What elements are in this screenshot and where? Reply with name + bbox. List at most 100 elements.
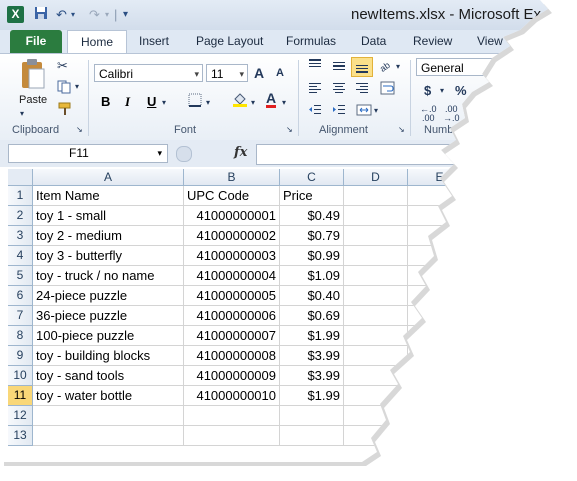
decrease-indent-icon[interactable] xyxy=(308,104,322,119)
merge-center-icon[interactable] xyxy=(356,104,372,119)
row-header-4[interactable]: 4 xyxy=(8,246,33,266)
row-header-5[interactable]: 5 xyxy=(8,266,33,286)
tab-page-layout[interactable]: Page Layout xyxy=(196,30,263,53)
decrease-decimal-icon[interactable]: .00 →.0 xyxy=(443,105,460,123)
cell-c4[interactable]: $0.99 xyxy=(280,246,344,266)
align-center-icon[interactable] xyxy=(332,82,346,97)
cell-a8[interactable]: 100-piece puzzle xyxy=(33,326,184,346)
cell-e5[interactable] xyxy=(408,266,472,286)
cell-d12[interactable] xyxy=(344,406,408,426)
row-header-11[interactable]: 11 xyxy=(8,386,33,406)
cell-a11[interactable]: toy - water bottle xyxy=(33,386,184,406)
cell-e12[interactable] xyxy=(408,406,472,426)
cell-e1[interactable] xyxy=(408,186,472,206)
cell-b13[interactable] xyxy=(184,426,280,446)
cell-b1[interactable]: UPC Code xyxy=(184,186,280,206)
bold-button[interactable]: B xyxy=(101,94,110,109)
excel-icon[interactable]: X xyxy=(7,6,24,23)
cell-b11[interactable]: 41000000010 xyxy=(184,386,280,406)
cell-d3[interactable] xyxy=(344,226,408,246)
grow-font-icon[interactable]: A xyxy=(254,65,264,81)
select-all-button[interactable] xyxy=(8,169,33,186)
cell-c6[interactable]: $0.40 xyxy=(280,286,344,306)
cell-c10[interactable]: $3.99 xyxy=(280,366,344,386)
redo-icon[interactable]: ↷ xyxy=(89,6,100,24)
tab-data[interactable]: Data xyxy=(361,30,386,53)
formula-bar-resize-handle[interactable] xyxy=(176,146,192,162)
cell-c1[interactable]: Price xyxy=(280,186,344,206)
underline-dropdown-icon[interactable]: ▾ xyxy=(162,98,166,107)
cell-a1[interactable]: Item Name xyxy=(33,186,184,206)
tab-view[interactable]: View xyxy=(477,30,503,53)
name-box[interactable]: F11 ▾ xyxy=(8,144,168,163)
copy-icon[interactable] xyxy=(57,80,73,97)
cell-c11[interactable]: $1.99 xyxy=(280,386,344,406)
row-header-10[interactable]: 10 xyxy=(8,366,33,386)
row-header-8[interactable]: 8 xyxy=(8,326,33,346)
increase-indent-icon[interactable] xyxy=(332,104,346,119)
cell-e10[interactable] xyxy=(408,366,472,386)
font-color-icon[interactable]: A xyxy=(266,91,277,108)
cell-c9[interactable]: $3.99 xyxy=(280,346,344,366)
increase-decimal-icon[interactable]: ←.0.00 xyxy=(420,105,437,123)
cell-c13[interactable] xyxy=(280,426,344,446)
cell-d4[interactable] xyxy=(344,246,408,266)
column-header-c[interactable]: C xyxy=(280,169,344,186)
alignment-launcher-icon[interactable]: ↘ xyxy=(398,125,405,134)
cell-c7[interactable]: $0.69 xyxy=(280,306,344,326)
cell-e9[interactable] xyxy=(408,346,472,366)
borders-icon[interactable] xyxy=(188,93,202,110)
font-name-combo[interactable]: Calibri ▾ xyxy=(94,64,203,82)
tab-home[interactable]: Home xyxy=(67,30,127,54)
undo-icon[interactable]: ↶ xyxy=(56,6,67,24)
tab-formulas[interactable]: Formulas xyxy=(286,30,336,53)
chevron-down-icon[interactable]: ▾ xyxy=(157,145,162,162)
cell-d7[interactable] xyxy=(344,306,408,326)
cell-c3[interactable]: $0.79 xyxy=(280,226,344,246)
currency-button[interactable]: $ xyxy=(424,83,431,98)
wrap-text-icon[interactable] xyxy=(380,81,396,98)
cell-b3[interactable]: 41000000002 xyxy=(184,226,280,246)
fill-color-icon[interactable] xyxy=(232,91,248,110)
cell-e11[interactable] xyxy=(408,386,472,406)
align-middle-icon[interactable] xyxy=(332,59,346,74)
column-header-e[interactable]: E xyxy=(408,169,472,186)
cell-d2[interactable] xyxy=(344,206,408,226)
currency-dropdown-icon[interactable]: ▾ xyxy=(440,86,444,95)
column-header-a[interactable]: A xyxy=(33,169,184,186)
insert-function-icon[interactable]: fx xyxy=(234,145,247,160)
underline-button[interactable]: U xyxy=(147,94,156,109)
cell-b7[interactable]: 41000000006 xyxy=(184,306,280,326)
cell-a12[interactable] xyxy=(33,406,184,426)
paste-label[interactable]: Paste xyxy=(19,94,47,106)
tab-review[interactable]: Review xyxy=(413,30,452,53)
cell-b12[interactable] xyxy=(184,406,280,426)
tab-insert[interactable]: Insert xyxy=(139,30,169,53)
row-header-9[interactable]: 9 xyxy=(8,346,33,366)
cell-a13[interactable] xyxy=(33,426,184,446)
chevron-down-icon[interactable]: ▾ xyxy=(239,65,244,83)
cell-a7[interactable]: 36-piece puzzle xyxy=(33,306,184,326)
chevron-down-icon[interactable]: ▾ xyxy=(194,65,199,83)
clipboard-launcher-icon[interactable]: ↘ xyxy=(76,125,83,134)
cell-e13[interactable] xyxy=(408,426,472,446)
cell-d1[interactable] xyxy=(344,186,408,206)
cell-a3[interactable]: toy 2 - medium xyxy=(33,226,184,246)
row-header-7[interactable]: 7 xyxy=(8,306,33,326)
row-header-1[interactable]: 1 xyxy=(8,186,33,206)
cell-b5[interactable]: 41000000004 xyxy=(184,266,280,286)
row-header-2[interactable]: 2 xyxy=(8,206,33,226)
save-icon[interactable] xyxy=(34,6,48,24)
column-header-d[interactable]: D xyxy=(344,169,408,186)
font-launcher-icon[interactable]: ↘ xyxy=(286,125,293,134)
percent-button[interactable]: % xyxy=(455,83,467,98)
cell-e4[interactable] xyxy=(408,246,472,266)
cell-d8[interactable] xyxy=(344,326,408,346)
merge-dropdown-icon[interactable]: ▾ xyxy=(374,106,378,115)
cell-c2[interactable]: $0.49 xyxy=(280,206,344,226)
align-right-icon[interactable] xyxy=(355,82,369,97)
cell-b2[interactable]: 41000000001 xyxy=(184,206,280,226)
shrink-font-icon[interactable]: A xyxy=(276,67,284,79)
format-painter-icon[interactable] xyxy=(57,102,73,119)
undo-dropdown-icon[interactable]: ▾ xyxy=(71,6,75,24)
